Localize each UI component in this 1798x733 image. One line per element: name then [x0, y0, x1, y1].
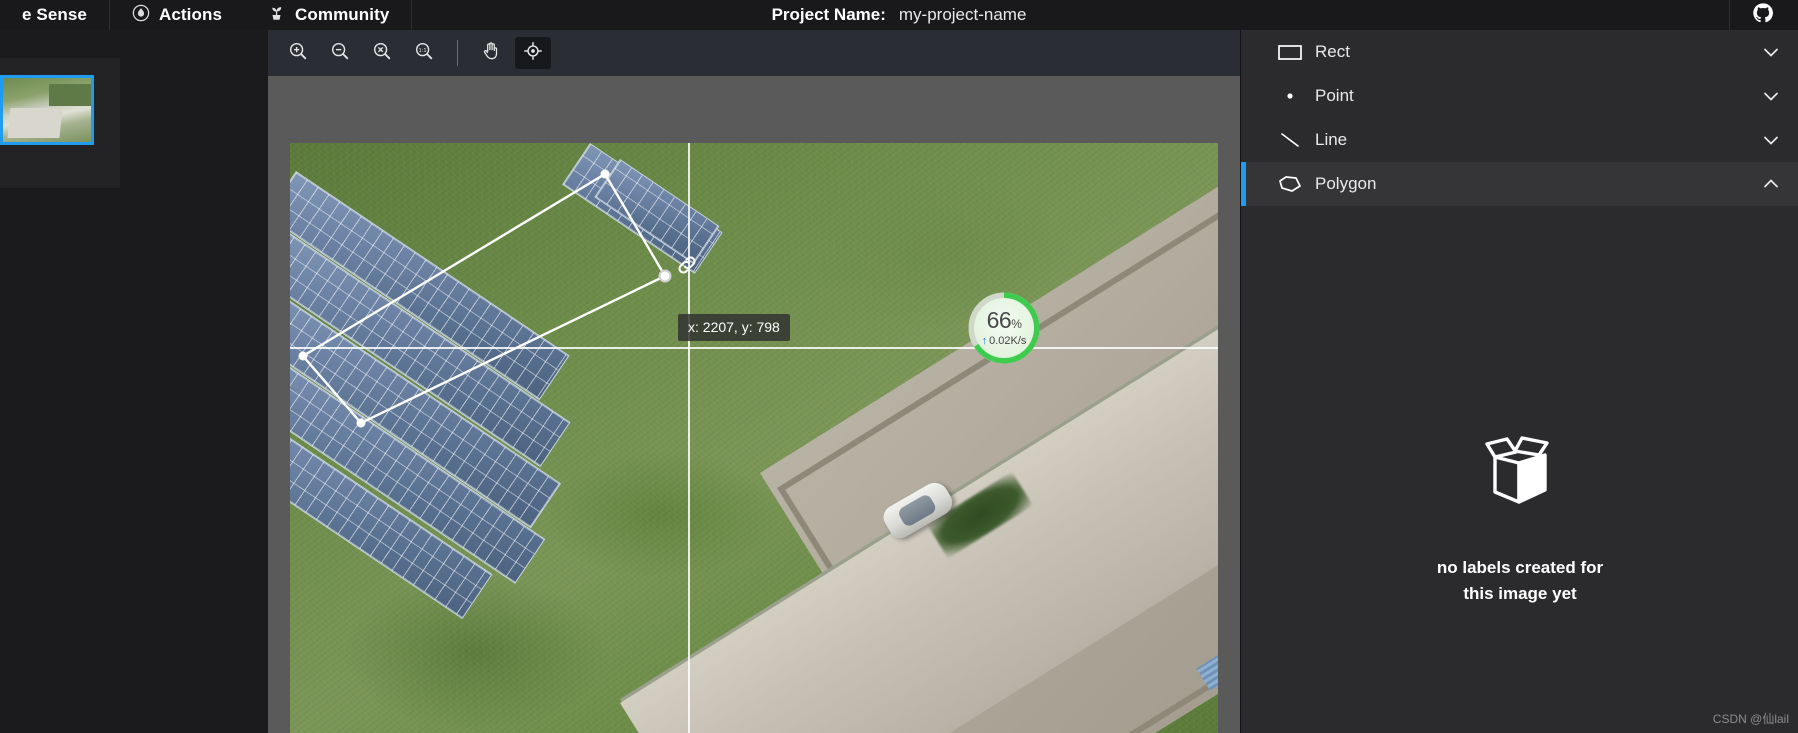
progress-speed-value: 0.02K/s	[989, 335, 1027, 347]
brand-title[interactable]: e Sense	[0, 0, 109, 30]
upload-arrow-icon: ↑	[981, 335, 988, 347]
annotation-app: e Sense Actions Community Project Name: …	[0, 0, 1798, 733]
line-icon	[1277, 130, 1315, 150]
pan-tool-button[interactable]	[473, 37, 509, 69]
progress-percent-unit: %	[1011, 317, 1022, 331]
nav-group: e Sense Actions Community	[0, 0, 413, 30]
rect-icon	[1277, 42, 1315, 62]
crosshair-tool-button[interactable]	[515, 37, 551, 69]
progress-inner: 66% ↑ 0.02K/s	[974, 298, 1034, 358]
nav-item-community[interactable]: Community	[245, 0, 411, 30]
github-icon	[1752, 2, 1774, 29]
shape-row-line-label: Line	[1315, 130, 1348, 149]
nav-item-actions-label: Actions	[158, 5, 223, 24]
open-box-icon	[1475, 430, 1565, 517]
zoom-in-button[interactable]	[280, 37, 316, 69]
shape-row-polygon-label: Polygon	[1315, 174, 1377, 193]
thumbnail-strip	[0, 58, 120, 189]
zoom-out-icon	[329, 40, 351, 67]
project-name-value: my-project-name	[898, 5, 1027, 24]
chevron-down-icon[interactable]	[1743, 130, 1798, 150]
top-navigation-bar: e Sense Actions Community Project Name: …	[0, 0, 1798, 30]
chevron-down-icon[interactable]	[1743, 42, 1798, 62]
chevron-down-icon[interactable]	[1743, 86, 1798, 106]
progress-percent: 66%	[987, 309, 1022, 332]
zoom-fit-button[interactable]	[364, 37, 400, 69]
flame-icon	[132, 4, 150, 27]
image-viewport[interactable]: x: 2207, y: 798 66% ↑ 0.02K/s	[268, 76, 1240, 733]
left-sidebar	[0, 30, 268, 733]
point-icon	[1277, 86, 1315, 106]
zoom-fit-icon	[371, 40, 393, 67]
progress-indicator: 66% ↑ 0.02K/s	[968, 292, 1040, 364]
shape-row-rect[interactable]: Rect	[1241, 30, 1798, 74]
right-panel: Rect Point Line Polygon no labels create…	[1240, 30, 1798, 733]
shape-row-polygon[interactable]: Polygon	[1241, 162, 1798, 206]
selection-indicator	[1241, 162, 1246, 206]
progress-speed: ↑ 0.02K/s	[982, 335, 1027, 347]
empty-state-text: no labels created for this image yet	[1436, 558, 1604, 604]
plant-icon	[267, 3, 286, 27]
chevron-up-icon[interactable]	[1743, 174, 1798, 194]
aerial-photo[interactable]	[290, 143, 1218, 733]
thumbnail-item-selected[interactable]	[0, 75, 94, 145]
zoom-in-icon	[287, 40, 309, 67]
github-link[interactable]	[1729, 0, 1798, 30]
project-name-label: Project Name:	[771, 5, 886, 24]
crosshair-horizontal-line	[290, 347, 1218, 349]
canvas-area: 1:1 x: 2207, y: 798 66% ↑ 0.02K/s	[268, 30, 1240, 733]
pan-hand-icon	[480, 40, 502, 67]
shape-row-rect-label: Rect	[1315, 42, 1350, 61]
watermark: CSDN @仙lail	[1712, 712, 1789, 726]
brand-label: e Sense	[22, 5, 87, 24]
zoom-actual-icon: 1:1	[413, 40, 435, 67]
shape-row-point-label: Point	[1315, 86, 1354, 105]
progress-percent-value: 66	[986, 307, 1012, 333]
shape-row-line[interactable]: Line	[1241, 118, 1798, 162]
svg-text:1:1: 1:1	[419, 48, 427, 54]
nav-item-actions[interactable]: Actions	[110, 0, 244, 30]
polygon-icon	[1277, 174, 1315, 194]
crosshair-vertical-line	[688, 143, 690, 733]
nav-item-community-label: Community	[295, 5, 390, 24]
crosshair-target-icon	[522, 40, 544, 67]
zoom-out-button[interactable]	[322, 37, 358, 69]
canvas-toolbar: 1:1	[268, 30, 1240, 76]
coordinate-tooltip: x: 2207, y: 798	[678, 314, 790, 341]
empty-state: no labels created for this image yet	[1241, 430, 1798, 608]
nav-divider	[411, 0, 413, 30]
zoom-actual-button[interactable]: 1:1	[406, 37, 442, 69]
link-chain-icon[interactable]	[674, 252, 700, 283]
shape-row-point[interactable]: Point	[1241, 74, 1798, 118]
toolbar-divider	[457, 40, 458, 66]
